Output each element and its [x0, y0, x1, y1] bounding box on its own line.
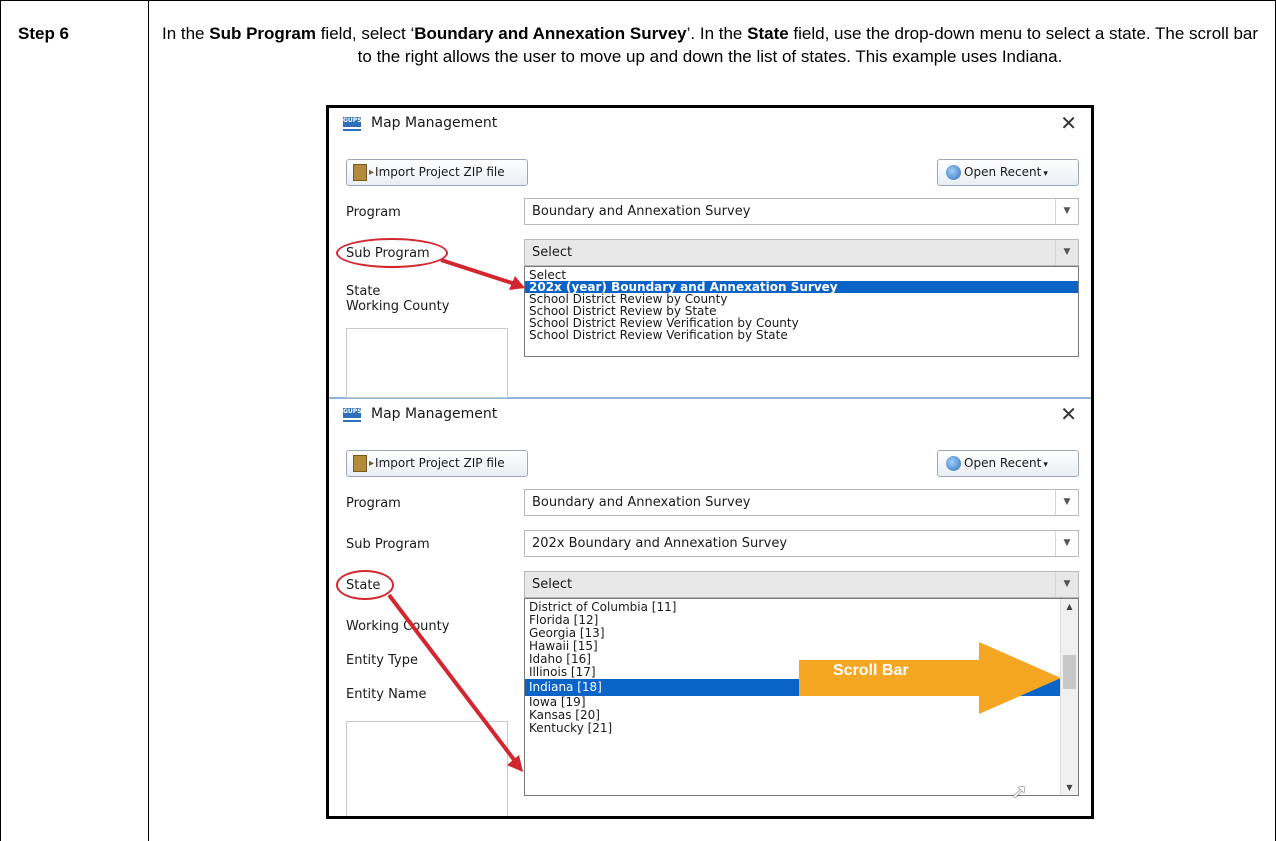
map-management-window-1: GUPS Map Management ✕ ▸Import Project ZI… [329, 108, 1091, 399]
table-border-top [0, 0, 1276, 1]
instr-part: ’. In the [686, 24, 748, 43]
instr-part-bold: State [747, 24, 789, 43]
table-column-divider [148, 0, 149, 841]
instr-part: In the [161, 24, 210, 43]
map-management-window-2: GUPS Map Management ✕ ▸Import Project ZI… [329, 399, 1091, 816]
instruction-table: Step 6 In the Sub Program field, select … [0, 0, 1276, 841]
instr-part: field, select ‘ [315, 24, 415, 43]
step-label: Step 6 [18, 24, 70, 43]
instr-part-bold: Boundary and Annexation Survey [414, 24, 687, 43]
red-arrow-annotation [440, 258, 525, 290]
screenshot-frame: GUPS Map Management ✕ ▸Import Project ZI… [326, 105, 1094, 819]
instruction-text: In the Sub Program field, select ‘Bounda… [160, 22, 1260, 68]
red-arrow-annotation [387, 593, 523, 772]
table-border-left [0, 0, 1, 841]
instr-part-bold: Sub Program [209, 24, 316, 43]
